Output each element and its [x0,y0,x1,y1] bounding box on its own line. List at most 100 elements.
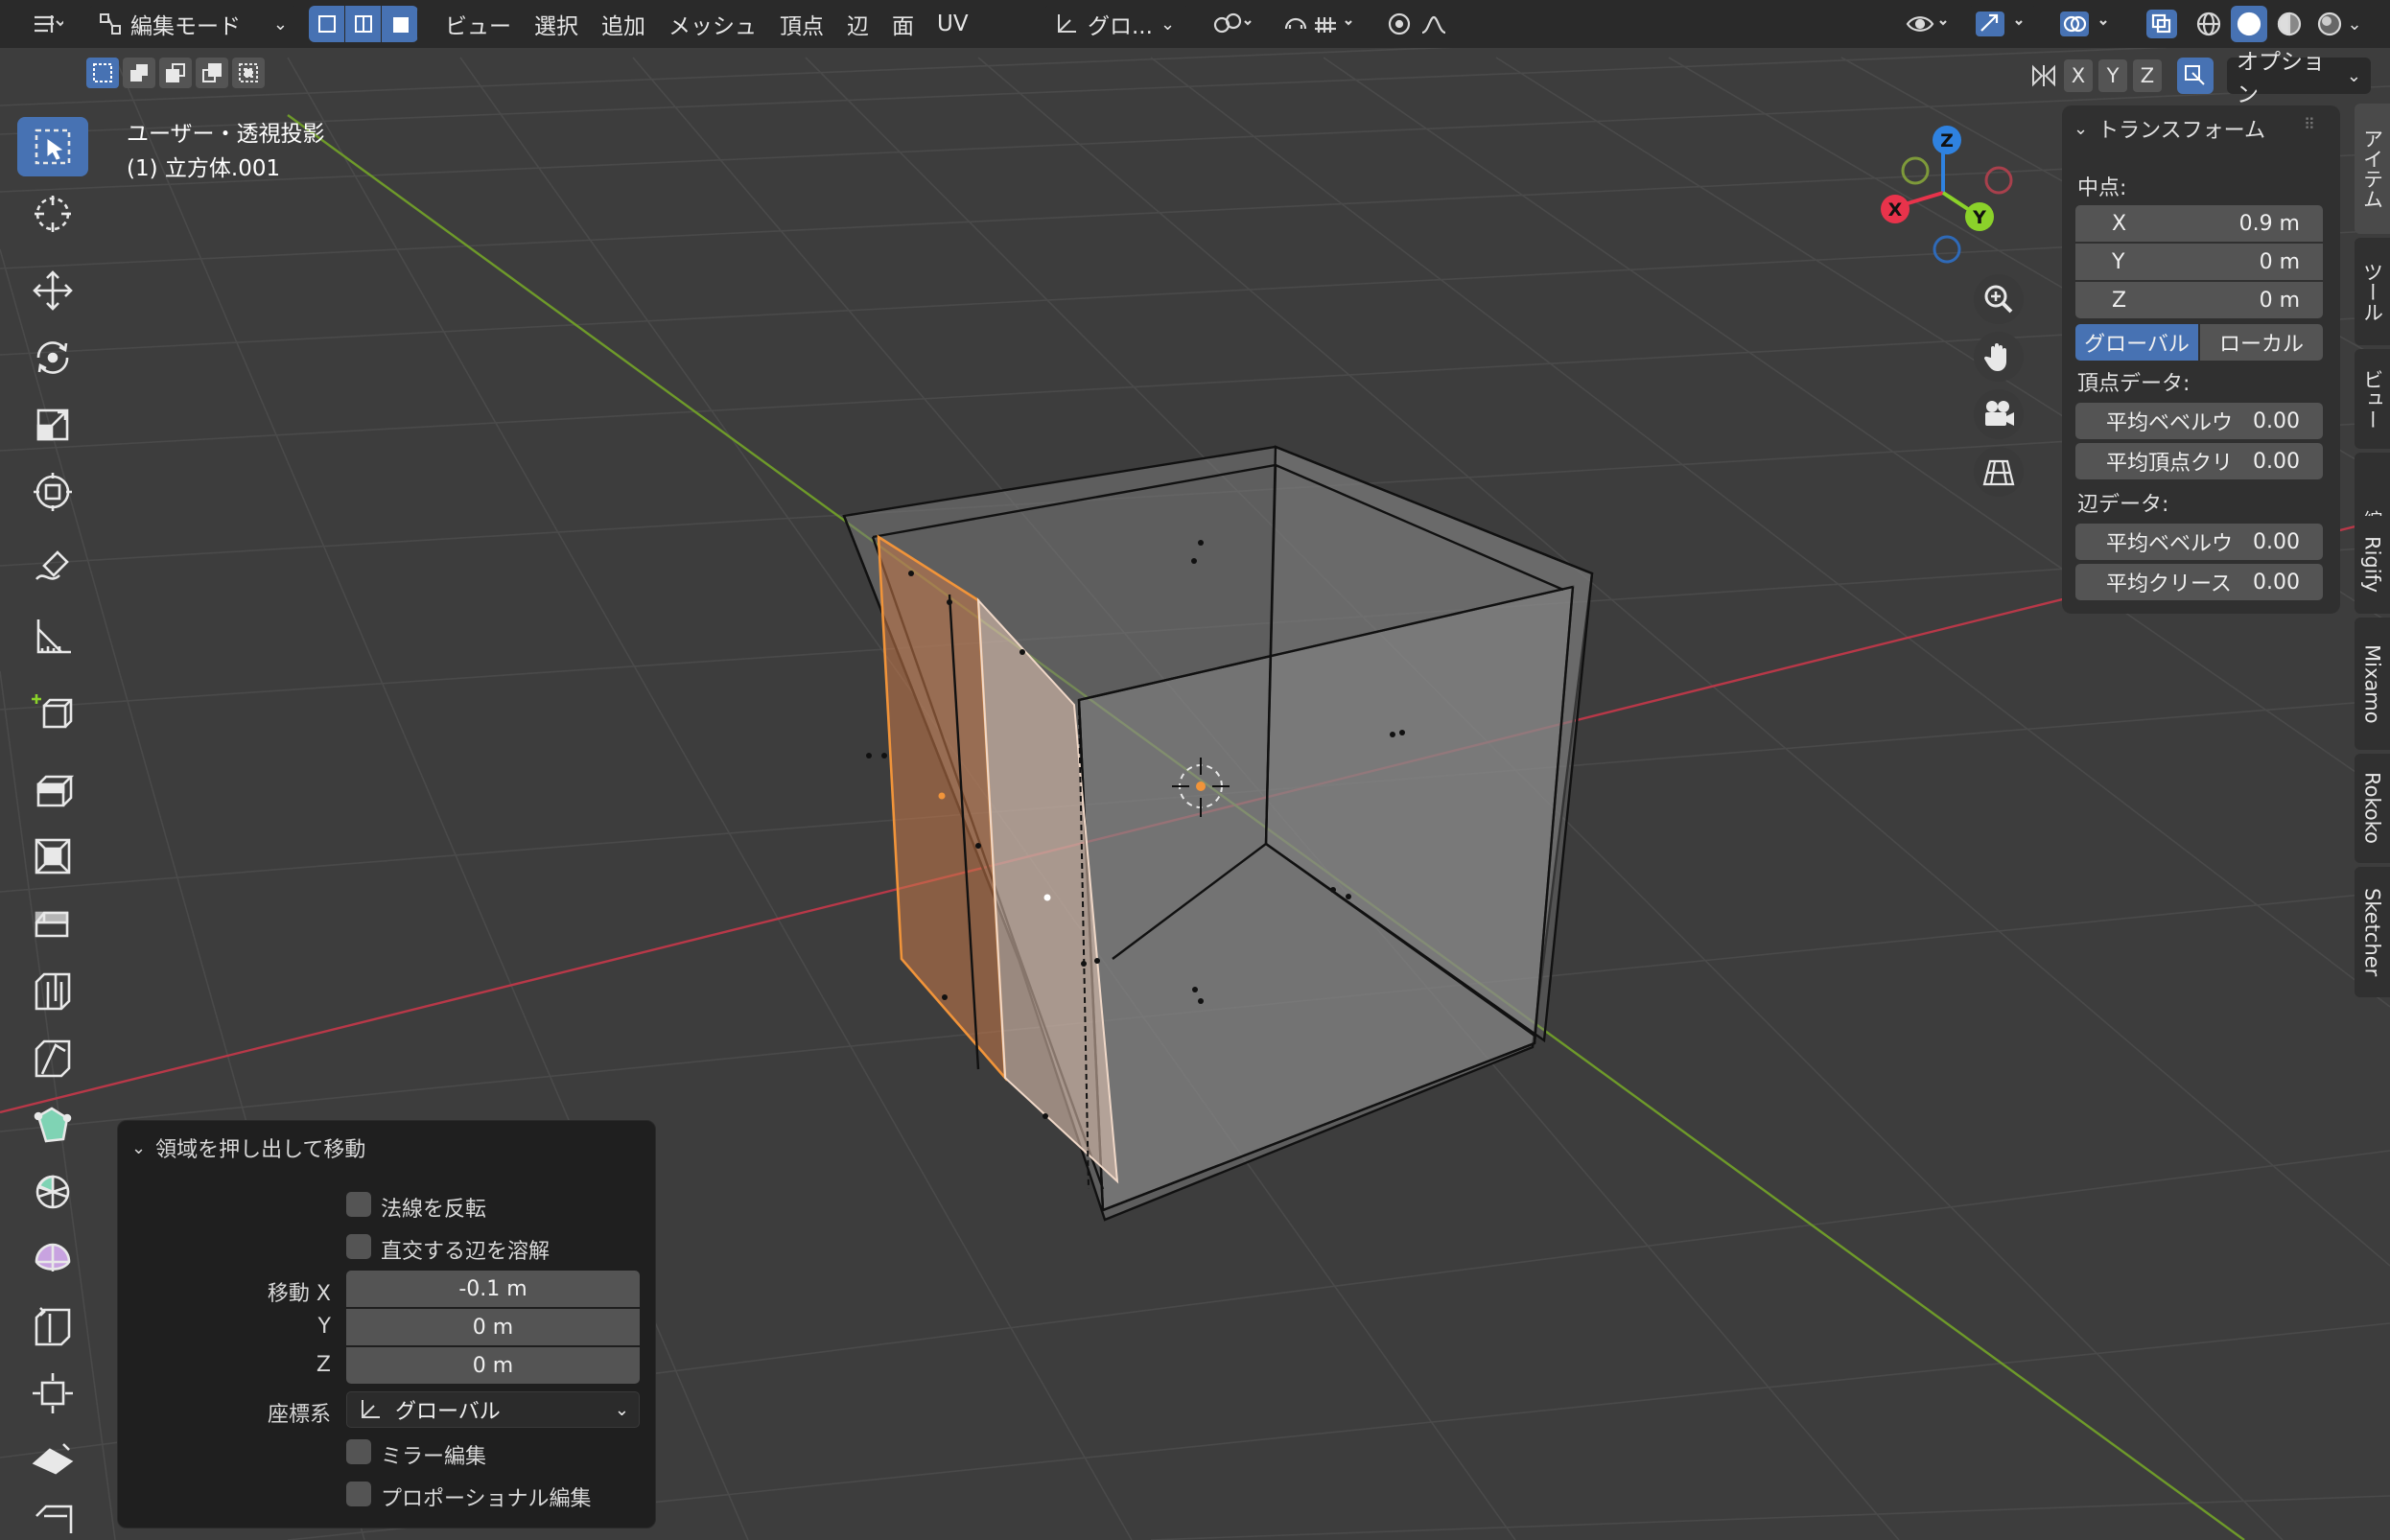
menu-view[interactable]: ビュー [433,6,523,42]
mirror-z-toggle[interactable]: Z [2133,59,2162,92]
edit-mode-icon [100,13,121,35]
median-x-field[interactable]: X 0.9 m [2075,205,2323,242]
shrink-fatten-tool[interactable] [17,1364,88,1423]
proportional-edit-checkbox[interactable] [346,1482,371,1506]
vertex-crease-value: 0.00 [2253,449,2300,474]
menu-face[interactable]: 面 [880,6,926,42]
flip-normals-checkbox[interactable] [346,1192,371,1217]
chevron-down-icon: ⌄ [2347,13,2362,35]
tab-item[interactable]: アイテム [2355,104,2390,234]
spin-icon [35,1175,70,1209]
overlay-toggle-button[interactable] [2052,6,2121,42]
move-z-field[interactable]: 0 m [346,1347,640,1384]
loop-cut-tool[interactable] [17,961,88,1020]
options-dropdown[interactable]: オプション ⌄ [2227,50,2371,107]
perspective-grid-icon [1982,459,2015,486]
add-cube-tool[interactable] [17,683,88,742]
move-x-field[interactable]: -0.1 m [346,1271,640,1307]
select-extend-button[interactable] [123,58,155,88]
median-z-field[interactable]: Z 0 m [2075,282,2323,318]
transform-orientation-dropdown[interactable]: グロ... ⌄ [1043,6,1189,42]
select-box-tool[interactable] [17,117,88,176]
gizmo-toggle-button[interactable] [1968,6,2037,42]
rotate-tool[interactable] [17,328,88,387]
tab-rokoko[interactable]: Rokoko [2355,754,2390,863]
navigation-gizmo[interactable]: Z X Y [1866,121,2026,265]
select-subtract-button[interactable] [159,58,192,88]
transform-tool[interactable] [17,462,88,522]
menu-add[interactable]: 追加 [590,6,657,42]
sidebar-panel: ⌄ トランスフォーム ⠿ 中点: X 0.9 m Y0 m Z0 m グローバル … [2062,105,2340,614]
xray-toggle-button[interactable] [2143,6,2181,42]
perspective-toggle-button[interactable] [1974,447,2024,497]
rip-tool[interactable] [17,1498,88,1540]
vertex-bevel-field[interactable]: 平均ベベルウ 0.00 [2075,403,2323,439]
global-toggle[interactable]: グローバル [2075,324,2198,361]
smooth-tool[interactable] [17,1229,88,1289]
select-new-button[interactable] [86,58,119,88]
select-box-icon [35,128,71,165]
tab-sketcher[interactable]: Sketcher [2355,867,2390,997]
menu-vertex[interactable]: 頂点 [768,6,835,42]
inset-tool[interactable] [17,827,88,886]
menu-mesh[interactable]: メッシュ [657,6,768,42]
local-toggle[interactable]: ローカル [2200,324,2323,361]
edge-bevel-field[interactable]: 平均ベベルウ 0.00 [2075,524,2323,560]
edge-slide-tool[interactable] [17,1296,88,1356]
orientation-dropdown[interactable]: グローバル ⌄ [346,1391,640,1428]
vertex-crease-field[interactable]: 平均頂点クリ 0.00 [2075,443,2323,479]
measure-tool[interactable] [17,606,88,665]
mirror-y-toggle[interactable]: Y [2098,59,2127,92]
operator-header[interactable]: ⌄ 領域を押し出して移動 [131,1132,365,1163]
knife-tool[interactable] [17,1028,88,1087]
proportional-edit-button[interactable] [1381,6,1473,42]
editor-type-button[interactable] [17,6,77,42]
options-label: オプション [2237,50,2325,107]
visibility-button[interactable] [1899,6,1957,42]
face-select-button[interactable] [382,6,418,42]
edge-crease-field[interactable]: 平均クリース 0.00 [2075,564,2323,600]
annotate-tool[interactable] [17,539,88,598]
tab-mixamo[interactable]: Mixamo [2355,618,2390,750]
select-intersect-button[interactable] [232,58,265,88]
tab-rokoko-label: Rokoko [2360,772,2384,845]
mode-dropdown[interactable]: 編集モード ⌄ [88,6,297,42]
median-y-field[interactable]: Y 0 m [2075,244,2323,280]
shear-tool[interactable] [17,1431,88,1490]
dissolve-orthogonal-checkbox[interactable] [346,1234,371,1259]
bevel-tool[interactable] [17,894,88,953]
tab-tool[interactable]: ツール [2355,238,2390,345]
edge-crease-label: 平均クリース [2106,572,2232,596]
header-bar: 編集モード ⌄ ビュー 選択 追加 メッシュ 頂点 辺 面 UV グロ... ⌄ [0,0,2390,48]
wireframe-shading-button[interactable] [2191,6,2227,42]
vertex-select-button[interactable] [309,6,345,42]
tab-view[interactable]: ビュー [2355,349,2390,449]
menu-edge[interactable]: 辺 [835,6,880,42]
spin-tool[interactable] [17,1162,88,1222]
mirror-x-toggle[interactable]: X [2064,59,2093,92]
poly-build-tool[interactable] [17,1095,88,1155]
pan-button[interactable] [1974,332,2024,382]
select-invert-button[interactable] [196,58,228,88]
camera-view-button[interactable] [1974,389,2024,439]
tab-rigify[interactable]: Rigify [2355,516,2390,614]
transform-section-header[interactable]: ⌄ トランスフォーム [2074,113,2265,144]
auto-merge-button[interactable] [2177,58,2214,94]
drag-handle-icon[interactable]: ⠿ [2304,115,2315,133]
menu-uv[interactable]: UV [926,6,980,42]
material-shading-button[interactable] [2271,6,2308,42]
pivot-point-button[interactable] [1203,6,1264,42]
edge-select-button[interactable] [345,6,382,42]
scale-tool[interactable] [17,395,88,455]
zoom-button[interactable] [1974,274,2024,324]
move-tool[interactable] [17,261,88,320]
knife-icon [35,1039,71,1078]
solid-shading-button[interactable] [2231,6,2267,42]
cursor-tool[interactable] [17,184,88,244]
snapping-button[interactable] [1276,6,1366,42]
shading-options-button[interactable]: ⌄ [2340,6,2369,42]
extrude-tool[interactable] [17,759,88,819]
mirror-edit-checkbox[interactable] [346,1439,371,1464]
move-y-field[interactable]: 0 m [346,1309,640,1345]
menu-select[interactable]: 選択 [523,6,590,42]
